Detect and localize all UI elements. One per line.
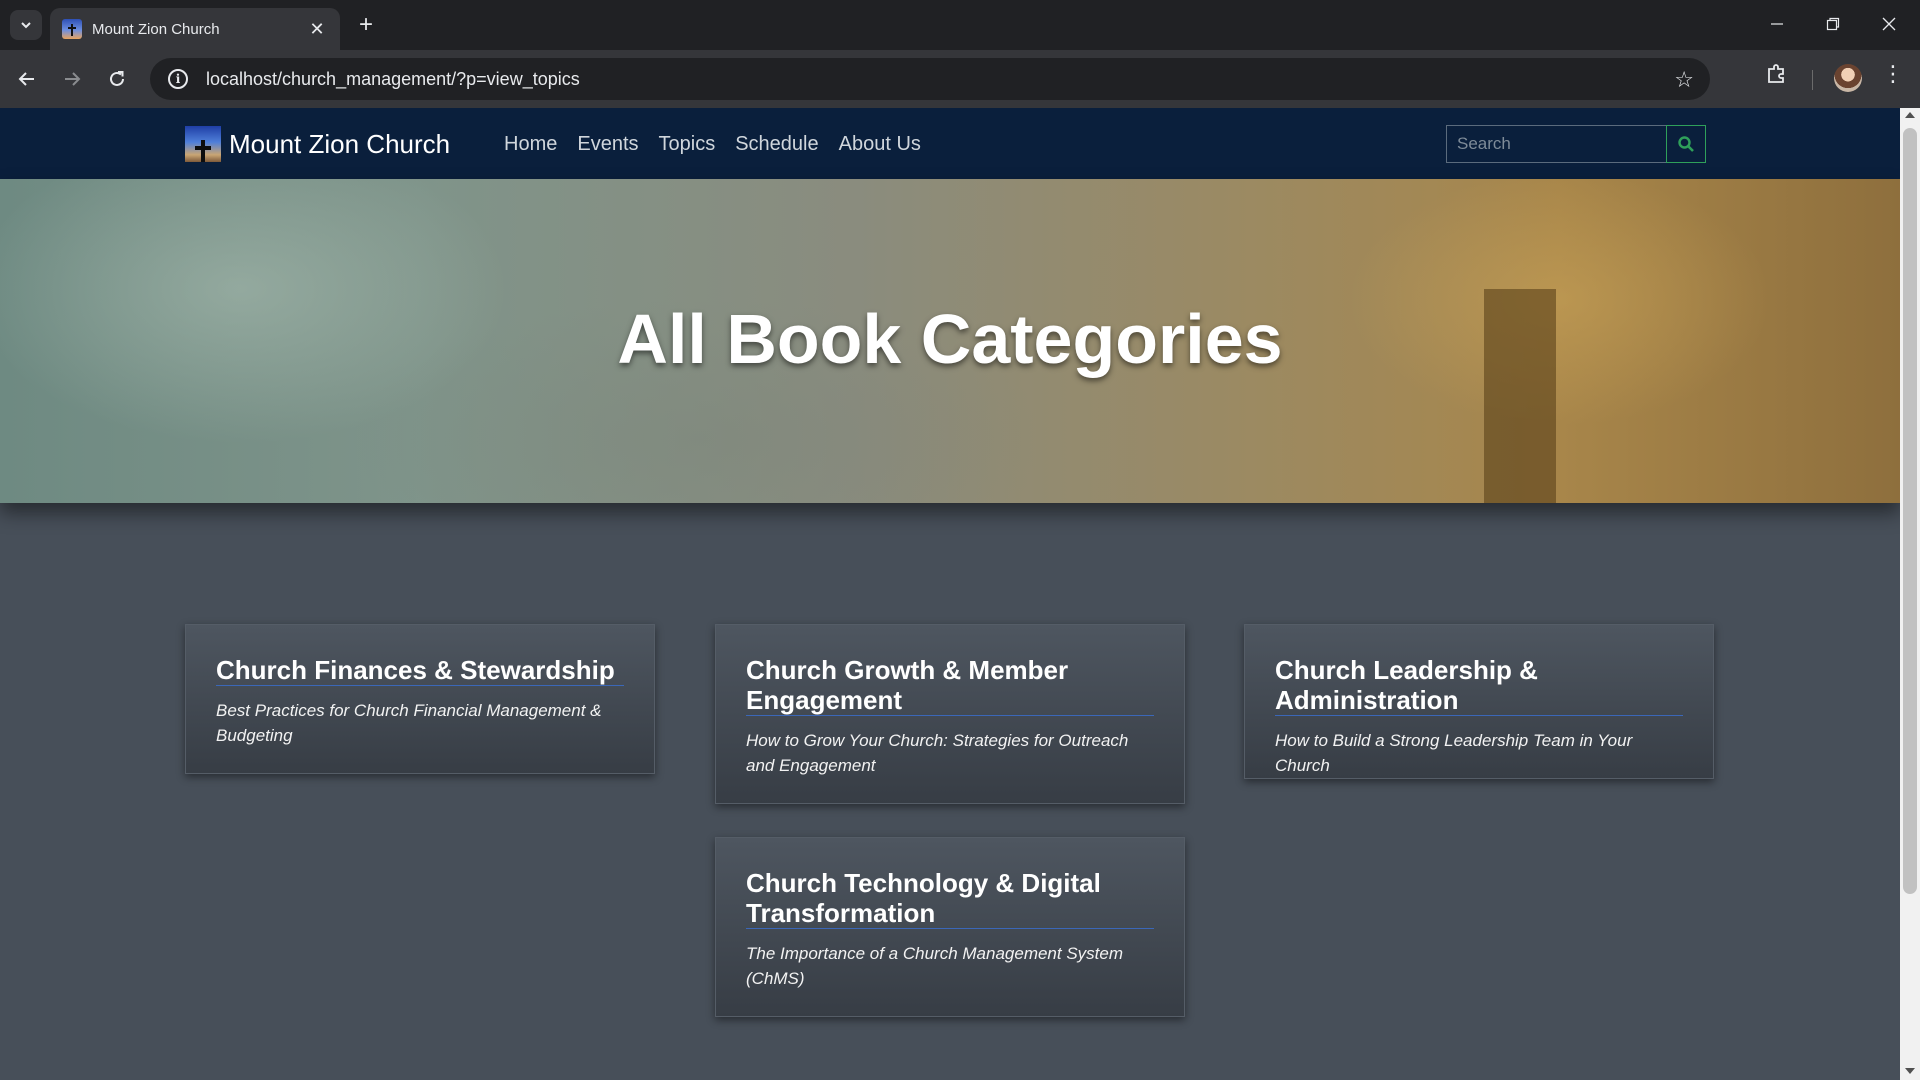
category-title[interactable]: Church Leadership & Administration xyxy=(1275,655,1683,716)
site-info-icon[interactable]: i xyxy=(168,69,188,89)
hero-banner: All Book Categories xyxy=(0,179,1900,503)
scrollbar-thumb[interactable] xyxy=(1903,128,1917,894)
nav-events[interactable]: Events xyxy=(577,133,638,156)
chevron-down-icon xyxy=(21,22,31,29)
site-navbar: Mount Zion Church Home Events Topics Sch… xyxy=(0,108,1900,179)
church-favicon-icon xyxy=(62,19,82,39)
category-card[interactable]: Church Technology & Digital Transformati… xyxy=(715,837,1185,1017)
page-scrollbar[interactable] xyxy=(1900,108,1920,1080)
arrow-right-icon xyxy=(65,72,81,86)
toolbar-divider xyxy=(1812,70,1813,90)
close-icon xyxy=(1882,17,1896,31)
bookmark-star-icon[interactable]: ☆ xyxy=(1674,67,1694,93)
category-subtitle[interactable]: How to Grow Your Church: Strategies for … xyxy=(746,728,1154,778)
close-tab-icon[interactable]: ✕ xyxy=(306,19,328,40)
close-window-button[interactable] xyxy=(1866,8,1912,40)
page-viewport: Mount Zion Church Home Events Topics Sch… xyxy=(0,108,1920,1080)
back-button[interactable] xyxy=(10,62,44,96)
new-tab-button[interactable]: + xyxy=(352,12,380,40)
category-card[interactable]: Church Finances & Stewardship Best Pract… xyxy=(185,624,655,774)
search-icon xyxy=(1678,136,1694,152)
browser-tab[interactable]: Mount Zion Church ✕ xyxy=(50,8,340,50)
search-input[interactable] xyxy=(1446,125,1666,163)
minimize-icon xyxy=(1771,23,1783,25)
page-title: All Book Categories xyxy=(617,300,1283,378)
reload-icon xyxy=(110,71,124,86)
profile-avatar[interactable] xyxy=(1834,64,1862,92)
minimize-button[interactable] xyxy=(1754,8,1800,40)
brand-link[interactable]: Mount Zion Church xyxy=(185,126,450,162)
restore-icon xyxy=(1826,17,1840,31)
address-bar[interactable]: i localhost/church_management/?p=view_to… xyxy=(150,58,1710,100)
nav-home[interactable]: Home xyxy=(504,133,557,156)
nav-topics[interactable]: Topics xyxy=(659,133,716,156)
browser-toolbar: i localhost/church_management/?p=view_to… xyxy=(0,50,1920,108)
category-card[interactable]: Church Leadership & Administration How t… xyxy=(1244,624,1714,779)
nav-about-us[interactable]: About Us xyxy=(839,133,921,156)
search-button[interactable] xyxy=(1666,125,1706,163)
category-subtitle[interactable]: How to Build a Strong Leadership Team in… xyxy=(1275,728,1683,778)
brand-name: Mount Zion Church xyxy=(229,128,451,159)
extensions-puzzle-icon[interactable] xyxy=(1766,62,1788,84)
church-logo-icon xyxy=(185,126,221,162)
nav-links: Home Events Topics Schedule About Us xyxy=(504,133,921,156)
category-card[interactable]: Church Growth & Member Engagement How to… xyxy=(715,624,1185,804)
browser-menu-icon[interactable]: ⋮ xyxy=(1882,62,1904,86)
site-search xyxy=(1446,125,1706,163)
category-title[interactable]: Church Growth & Member Engagement xyxy=(746,655,1154,716)
category-subtitle[interactable]: Best Practices for Church Financial Mana… xyxy=(216,698,624,748)
restore-button[interactable] xyxy=(1810,8,1856,40)
browser-tab-strip: Mount Zion Church ✕ + xyxy=(0,0,1920,50)
forward-button[interactable] xyxy=(55,62,89,96)
scroll-up-arrow-icon[interactable] xyxy=(1905,112,1915,118)
category-title[interactable]: Church Finances & Stewardship xyxy=(216,655,624,686)
scroll-down-arrow-icon[interactable] xyxy=(1905,1068,1915,1074)
nav-schedule[interactable]: Schedule xyxy=(735,133,818,156)
tab-title: Mount Zion Church xyxy=(92,20,220,38)
url-text[interactable]: localhost/church_management/?p=view_topi… xyxy=(206,69,580,90)
arrow-left-icon xyxy=(18,72,34,86)
category-subtitle[interactable]: The Importance of a Church Management Sy… xyxy=(746,941,1154,991)
tab-search-button[interactable] xyxy=(10,10,42,40)
category-title[interactable]: Church Technology & Digital Transformati… xyxy=(746,868,1154,929)
reload-button[interactable] xyxy=(100,62,134,96)
